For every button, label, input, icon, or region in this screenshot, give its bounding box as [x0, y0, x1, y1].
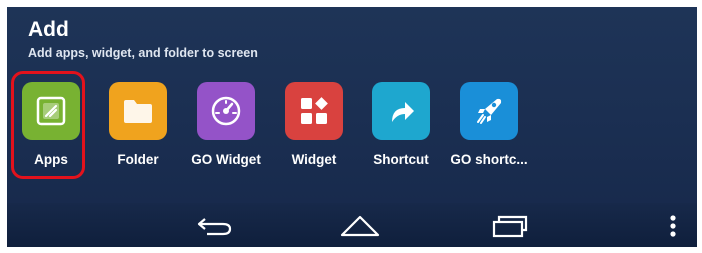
go-shortcut-rocket-icon — [460, 82, 518, 140]
navigation-bar — [7, 203, 697, 247]
add-panel: Add Add apps, widget, and folder to scre… — [7, 7, 697, 247]
panel-title: Add — [28, 18, 69, 41]
back-arrow-icon — [195, 214, 235, 238]
add-item-shortcut[interactable]: Shortcut — [362, 82, 440, 174]
home-icon — [338, 213, 382, 239]
recent-apps-button[interactable] — [485, 211, 535, 241]
widget-icon — [285, 82, 343, 140]
overflow-menu-button[interactable] — [658, 211, 688, 241]
add-item-label: Shortcut — [373, 152, 429, 167]
add-item-widget[interactable]: Widget — [275, 82, 353, 174]
add-item-label: GO Widget — [191, 152, 261, 167]
panel-subtitle: Add apps, widget, and folder to screen — [28, 46, 258, 60]
shortcut-icon — [372, 82, 430, 140]
add-item-label: Widget — [291, 152, 337, 167]
overflow-menu-icon — [669, 213, 677, 239]
add-item-go-widget[interactable]: GO Widget — [187, 82, 265, 174]
add-item-go-shortcut[interactable]: GO shortc... — [450, 82, 528, 174]
add-item-label: GO shortc... — [450, 152, 528, 167]
panel-header: Add Add apps, widget, and folder to scre… — [28, 18, 258, 60]
go-widget-icon — [197, 82, 255, 140]
folder-icon — [109, 82, 167, 140]
add-item-folder[interactable]: Folder — [99, 82, 177, 174]
recent-apps-icon — [490, 213, 530, 239]
selected-item-highlight — [11, 71, 85, 179]
back-button[interactable] — [190, 211, 240, 241]
home-button[interactable] — [335, 211, 385, 241]
add-item-label: Folder — [117, 152, 159, 167]
